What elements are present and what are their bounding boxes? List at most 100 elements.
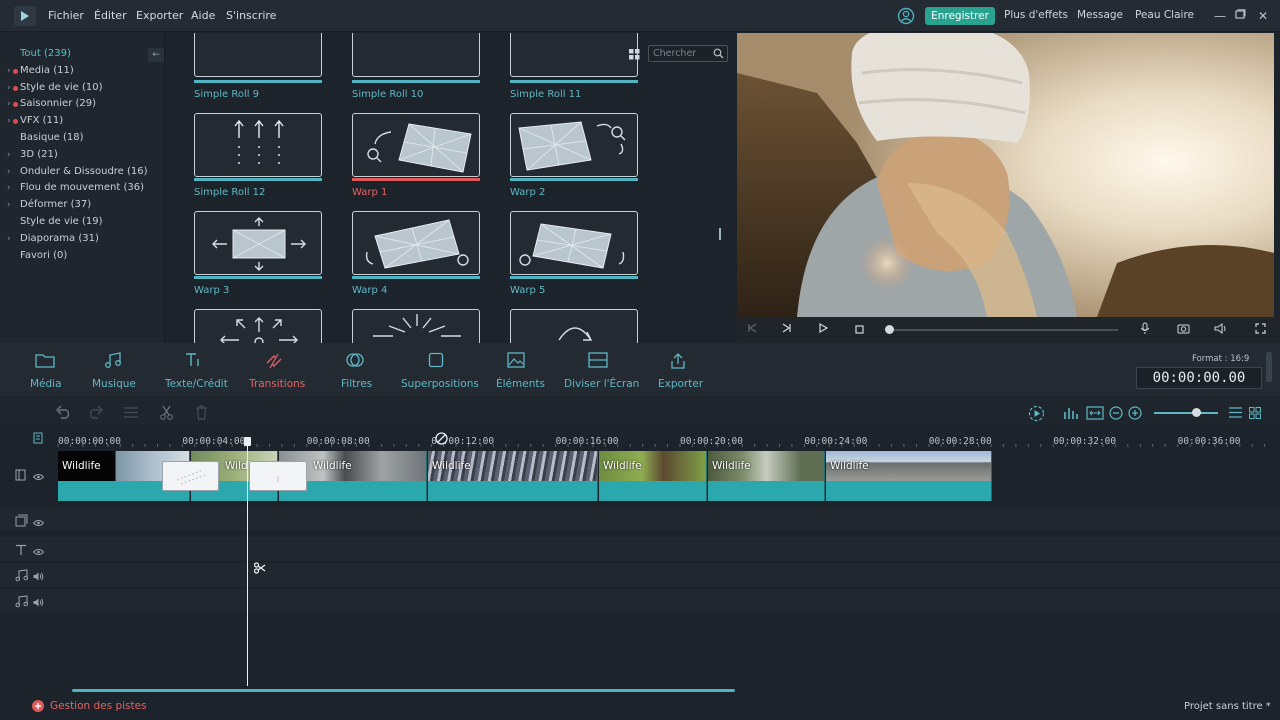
expand-caret-icon[interactable]: › <box>7 150 11 160</box>
visibility-eye-icon[interactable] <box>32 517 45 530</box>
category-item[interactable]: Diaporama (31) <box>20 233 99 244</box>
timeline-horizontal-scrollbar[interactable] <box>72 689 735 692</box>
zoom-in-icon[interactable] <box>1128 406 1142 423</box>
speaker-icon[interactable] <box>33 571 44 584</box>
category-item[interactable]: Style de vie (10) <box>20 82 103 93</box>
search-icon[interactable] <box>713 48 724 62</box>
prev-frame-icon[interactable] <box>747 323 757 336</box>
timeline-clip[interactable]: Wildlife <box>826 451 992 501</box>
redo-icon[interactable] <box>87 405 104 422</box>
preview-progress-handle[interactable] <box>885 325 894 334</box>
transition-tile-warp-3[interactable] <box>194 211 322 275</box>
transition-tile-warp-4[interactable] <box>352 211 480 275</box>
timeline-clip[interactable]: Wildlife <box>599 451 707 501</box>
expand-caret-icon[interactable]: › <box>7 66 11 76</box>
tool-row-scrollbar[interactable] <box>1266 352 1272 382</box>
zoom-out-icon[interactable] <box>1109 406 1123 423</box>
expand-caret-icon[interactable]: › <box>7 183 11 193</box>
list-icon[interactable] <box>124 407 138 421</box>
transition-tile-simple-roll-11[interactable] <box>510 33 638 77</box>
transition-tile-warp-1[interactable] <box>352 113 480 177</box>
transition-tile[interactable] <box>352 309 480 343</box>
category-item[interactable]: 3D (21) <box>20 149 58 160</box>
speaker-icon[interactable] <box>33 597 44 610</box>
transition-tile-simple-roll-12[interactable] <box>194 113 322 177</box>
zoom-slider-handle[interactable] <box>1192 408 1201 417</box>
fullscreen-icon[interactable] <box>1255 323 1266 337</box>
microphone-icon[interactable] <box>1140 322 1150 338</box>
expand-caret-icon[interactable]: › <box>7 200 11 210</box>
delete-trash-icon[interactable] <box>195 405 208 423</box>
maximize-icon[interactable] <box>1235 9 1246 23</box>
playhead-handle[interactable] <box>244 437 251 446</box>
tool-split-screen[interactable]: Diviser l'Écran <box>564 378 639 390</box>
transition-tile-simple-roll-10[interactable] <box>352 33 480 77</box>
fit-timeline-icon[interactable] <box>1086 406 1104 423</box>
tool-overlays[interactable]: Superpositions <box>401 378 479 390</box>
render-preview-icon[interactable] <box>1028 405 1045 425</box>
volume-icon[interactable] <box>1214 323 1228 337</box>
list-view-icon[interactable] <box>1229 407 1242 421</box>
category-item[interactable]: Onduler & Dissoudre (16) <box>20 166 148 177</box>
timeline-clip[interactable]: Wildlife <box>708 451 825 501</box>
tool-elements[interactable]: Éléments <box>496 378 545 390</box>
add-track-plus-icon[interactable] <box>32 700 44 715</box>
expand-caret-icon[interactable]: › <box>7 167 11 177</box>
transition-tile-simple-roll-9[interactable] <box>194 33 322 77</box>
menu-file[interactable]: Fichier <box>48 9 84 22</box>
category-item[interactable]: Tout (239) <box>20 48 71 59</box>
tool-transitions[interactable]: Transitions <box>249 378 305 390</box>
tool-media[interactable]: Média <box>30 378 62 390</box>
track-manager-link[interactable]: Gestion des pistes <box>50 700 147 712</box>
tool-music[interactable]: Musique <box>92 378 136 390</box>
tool-export[interactable]: Exporter <box>658 378 703 390</box>
transition-tile[interactable] <box>510 309 638 343</box>
stop-icon[interactable] <box>855 324 864 337</box>
timeline-clip[interactable]: Wildlife <box>428 451 598 501</box>
search-input[interactable]: Chercher <box>648 45 728 62</box>
menu-edit[interactable]: Éditer <box>94 9 127 22</box>
account-icon[interactable] <box>897 7 915 28</box>
play-icon[interactable] <box>818 322 829 336</box>
transition-tile-warp-2[interactable] <box>510 113 638 177</box>
next-frame-icon[interactable] <box>782 323 792 336</box>
category-item[interactable]: Saisonnier (29) <box>20 98 96 109</box>
undo-icon[interactable] <box>55 405 72 422</box>
tool-text-credit[interactable]: Texte/Crédit <box>165 378 228 390</box>
register-button[interactable]: Enregistrer <box>925 7 995 25</box>
grid-layout-icon[interactable] <box>1249 407 1261 422</box>
category-item[interactable]: Media (11) <box>20 65 74 76</box>
grid-view-icon[interactable] <box>629 49 640 63</box>
expand-caret-icon[interactable]: › <box>7 99 11 109</box>
category-item[interactable]: VFX (11) <box>20 115 63 126</box>
category-item[interactable]: Favori (0) <box>20 250 67 261</box>
category-item[interactable]: Flou de mouvement (36) <box>20 182 144 193</box>
playhead-line[interactable] <box>247 440 248 686</box>
collapse-panel-arrow-icon[interactable]: ← <box>148 48 164 62</box>
category-item[interactable]: Basique (18) <box>20 132 84 143</box>
menu-export[interactable]: Exporter <box>136 9 183 22</box>
timeline-transition-block[interactable] <box>162 461 219 491</box>
audio-mixer-icon[interactable] <box>1063 406 1081 423</box>
expand-caret-icon[interactable]: › <box>7 83 11 93</box>
grid-scrollbar[interactable] <box>719 228 721 240</box>
category-item[interactable]: Déformer (37) <box>20 199 91 210</box>
timeline-transition-block[interactable] <box>249 461 307 491</box>
snap-magnet-icon[interactable] <box>33 432 43 447</box>
tool-filters[interactable]: Filtres <box>341 378 372 390</box>
visibility-eye-icon[interactable] <box>32 471 45 484</box>
menu-signup[interactable]: S'inscrire <box>226 9 276 22</box>
visibility-eye-icon[interactable] <box>32 546 45 559</box>
more-effects-link[interactable]: Plus d'effets <box>1004 9 1068 21</box>
zoom-slider-track[interactable] <box>1154 412 1218 414</box>
message-link[interactable]: Message <box>1077 9 1123 21</box>
transition-tile-warp-5[interactable] <box>510 211 638 275</box>
close-icon[interactable]: ✕ <box>1258 9 1268 23</box>
minimize-icon[interactable]: — <box>1214 9 1226 23</box>
expand-caret-icon[interactable]: › <box>7 116 11 126</box>
snapshot-camera-icon[interactable] <box>1177 323 1190 337</box>
category-item[interactable]: Style de vie (19) <box>20 216 103 227</box>
transition-tile[interactable] <box>194 309 322 343</box>
menu-help[interactable]: Aide <box>191 9 215 22</box>
skin-link[interactable]: Peau Claire <box>1135 9 1194 21</box>
